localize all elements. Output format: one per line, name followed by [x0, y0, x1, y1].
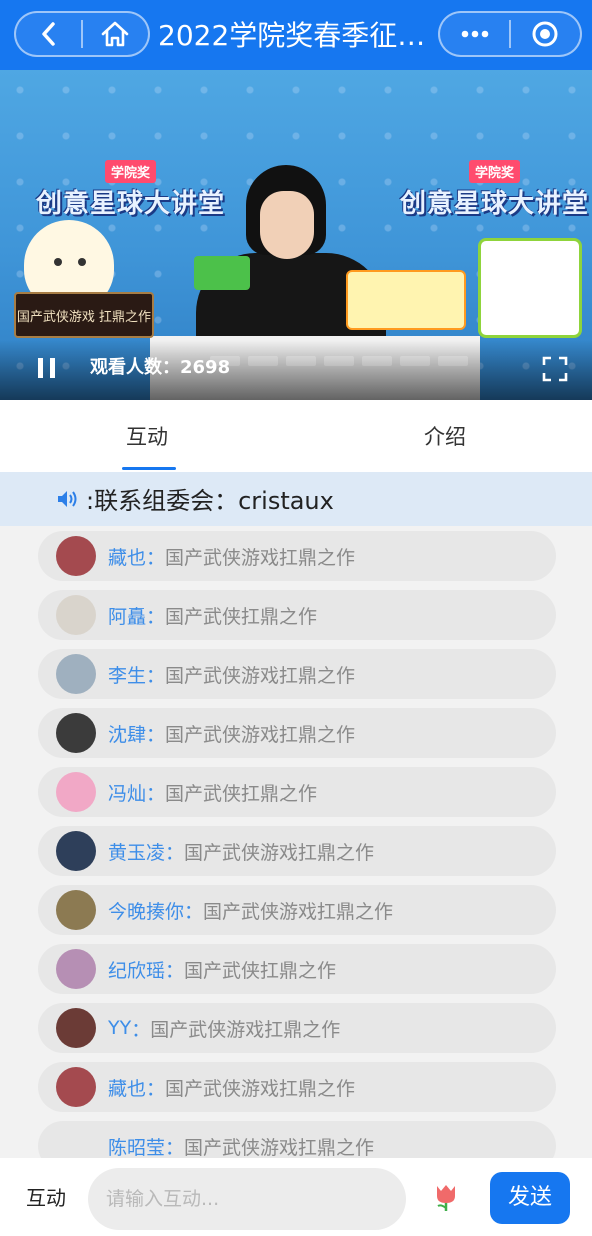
comment-text: 国产武侠游戏扛鼎之作: [165, 546, 356, 569]
pause-icon: [38, 358, 43, 378]
comment-author: 藏也: [108, 546, 147, 569]
comment-author: 沈肆: [108, 723, 147, 746]
avatar: [56, 595, 96, 635]
viewer-count: 观看人数：2698: [90, 357, 230, 379]
comment-author: 陈昭莹: [108, 1136, 166, 1159]
comment-author: 黄玉凌: [108, 841, 166, 864]
comment-author: 藏也: [108, 1077, 147, 1100]
menu-capsule: [438, 11, 582, 57]
active-tab-indicator: [122, 467, 176, 470]
speaker-icon: [58, 491, 77, 507]
comment-item: 冯灿： 国产武侠扛鼎之作: [38, 767, 556, 817]
avatar: [56, 536, 96, 576]
comment-item: YY： 国产武侠游戏扛鼎之作: [38, 1003, 556, 1053]
more-button[interactable]: [440, 13, 509, 55]
viewer-count-label: 观看人数：: [90, 357, 180, 378]
target-circle-icon: [532, 21, 558, 47]
comment-text: 国产武侠扛鼎之作: [165, 782, 318, 805]
comment-item: 今晚揍你： 国产武侠游戏扛鼎之作: [38, 885, 556, 935]
comment-text: 国产武侠游戏扛鼎之作: [165, 723, 356, 746]
comment-item: 藏也： 国产武侠游戏扛鼎之作: [38, 1062, 556, 1112]
comment-author: 纪欣瑶: [108, 959, 166, 982]
comment-text: 国产武侠游戏扛鼎之作: [203, 900, 394, 923]
tulip-icon[interactable]: [432, 1182, 460, 1212]
avatar: [56, 772, 96, 812]
mascot-eye: [54, 258, 62, 266]
product-box: [478, 238, 582, 338]
fullscreen-button[interactable]: [542, 356, 568, 382]
presenter-face: [260, 191, 314, 259]
logo-big-text: 创意星球大讲堂: [400, 189, 590, 219]
avatar: [56, 890, 96, 930]
comment-list[interactable]: 藏也： 国产武侠游戏扛鼎之作 阿矗： 国产武侠扛鼎之作 李生： 国产武侠游戏扛鼎…: [0, 526, 592, 1158]
game-banner-text: 国产武侠游戏 扛鼎之作: [16, 309, 152, 325]
comment-text: 国产武侠游戏扛鼎之作: [184, 1136, 375, 1159]
avatar: [56, 949, 96, 989]
promo-card: [346, 270, 466, 330]
comment-author: 阿矗: [108, 605, 147, 628]
fullscreen-icon: [542, 356, 568, 382]
comment-text: 国产武侠游戏扛鼎之作: [184, 841, 375, 864]
tab-interaction[interactable]: 互动: [126, 422, 168, 452]
interaction-label: 互动: [26, 1186, 66, 1210]
comment-input[interactable]: [88, 1168, 406, 1230]
comment-item: 阿矗： 国产武侠扛鼎之作: [38, 590, 556, 640]
comment-author: YY: [108, 1017, 132, 1039]
app-header: 2022学院奖春季征集活动…: [0, 0, 592, 70]
comment-author: 冯灿: [108, 782, 147, 805]
show-logo-right: 学院奖 创意星球大讲堂: [400, 160, 589, 220]
pause-icon: [50, 358, 55, 378]
send-button[interactable]: 发送: [490, 1172, 570, 1224]
viewer-count-value: 2698: [180, 357, 231, 378]
comment-item: 纪欣瑶： 国产武侠扛鼎之作: [38, 944, 556, 994]
logo-small-text: 学院奖: [469, 160, 521, 183]
pause-button[interactable]: [38, 358, 56, 378]
tab-introduction[interactable]: 介绍: [424, 422, 466, 452]
notice-text: :联系组委会：cristaux: [86, 487, 334, 515]
notice-marquee: :联系组委会：cristaux: [0, 472, 592, 526]
mascot-eye: [78, 258, 86, 266]
home-button[interactable]: [83, 13, 148, 55]
video-control-bar: [0, 340, 592, 400]
green-sign: [194, 256, 250, 290]
comment-author: 今晚揍你: [108, 900, 185, 923]
comment-author: 李生: [108, 664, 147, 687]
comment-text: 国产武侠扛鼎之作: [165, 605, 318, 628]
comment-item: 藏也： 国产武侠游戏扛鼎之作: [38, 531, 556, 581]
comment-text: 国产武侠游戏扛鼎之作: [150, 1018, 341, 1041]
comment-text: 国产武侠游戏扛鼎之作: [165, 1077, 356, 1100]
close-miniapp-button[interactable]: [511, 13, 580, 55]
comment-item: 沈肆： 国产武侠游戏扛鼎之作: [38, 708, 556, 758]
logo-small-text: 学院奖: [105, 160, 157, 183]
game-banner: 国产武侠游戏 扛鼎之作: [14, 292, 154, 338]
input-bar: 互动 发送: [0, 1158, 592, 1236]
more-dots-icon: [461, 30, 488, 38]
nav-capsule: [14, 11, 150, 57]
avatar: [56, 1008, 96, 1048]
avatar: [56, 831, 96, 871]
comment-item: 陈昭莹： 国产武侠游戏扛鼎之作: [38, 1121, 556, 1158]
chevron-left-icon: [41, 22, 55, 46]
avatar: [56, 1067, 96, 1107]
comment-text: 国产武侠游戏扛鼎之作: [165, 664, 356, 687]
avatar: [56, 713, 96, 753]
page-title: 2022学院奖春季征集活动…: [158, 19, 430, 52]
comment-item: 黄玉凌： 国产武侠游戏扛鼎之作: [38, 826, 556, 876]
tab-bar: 互动 介绍: [0, 400, 592, 472]
comment-text: 国产武侠扛鼎之作: [184, 959, 337, 982]
avatar: [56, 1126, 96, 1158]
avatar: [56, 654, 96, 694]
comment-item: 李生： 国产武侠游戏扛鼎之作: [38, 649, 556, 699]
home-icon: [102, 21, 129, 47]
back-button[interactable]: [16, 13, 81, 55]
